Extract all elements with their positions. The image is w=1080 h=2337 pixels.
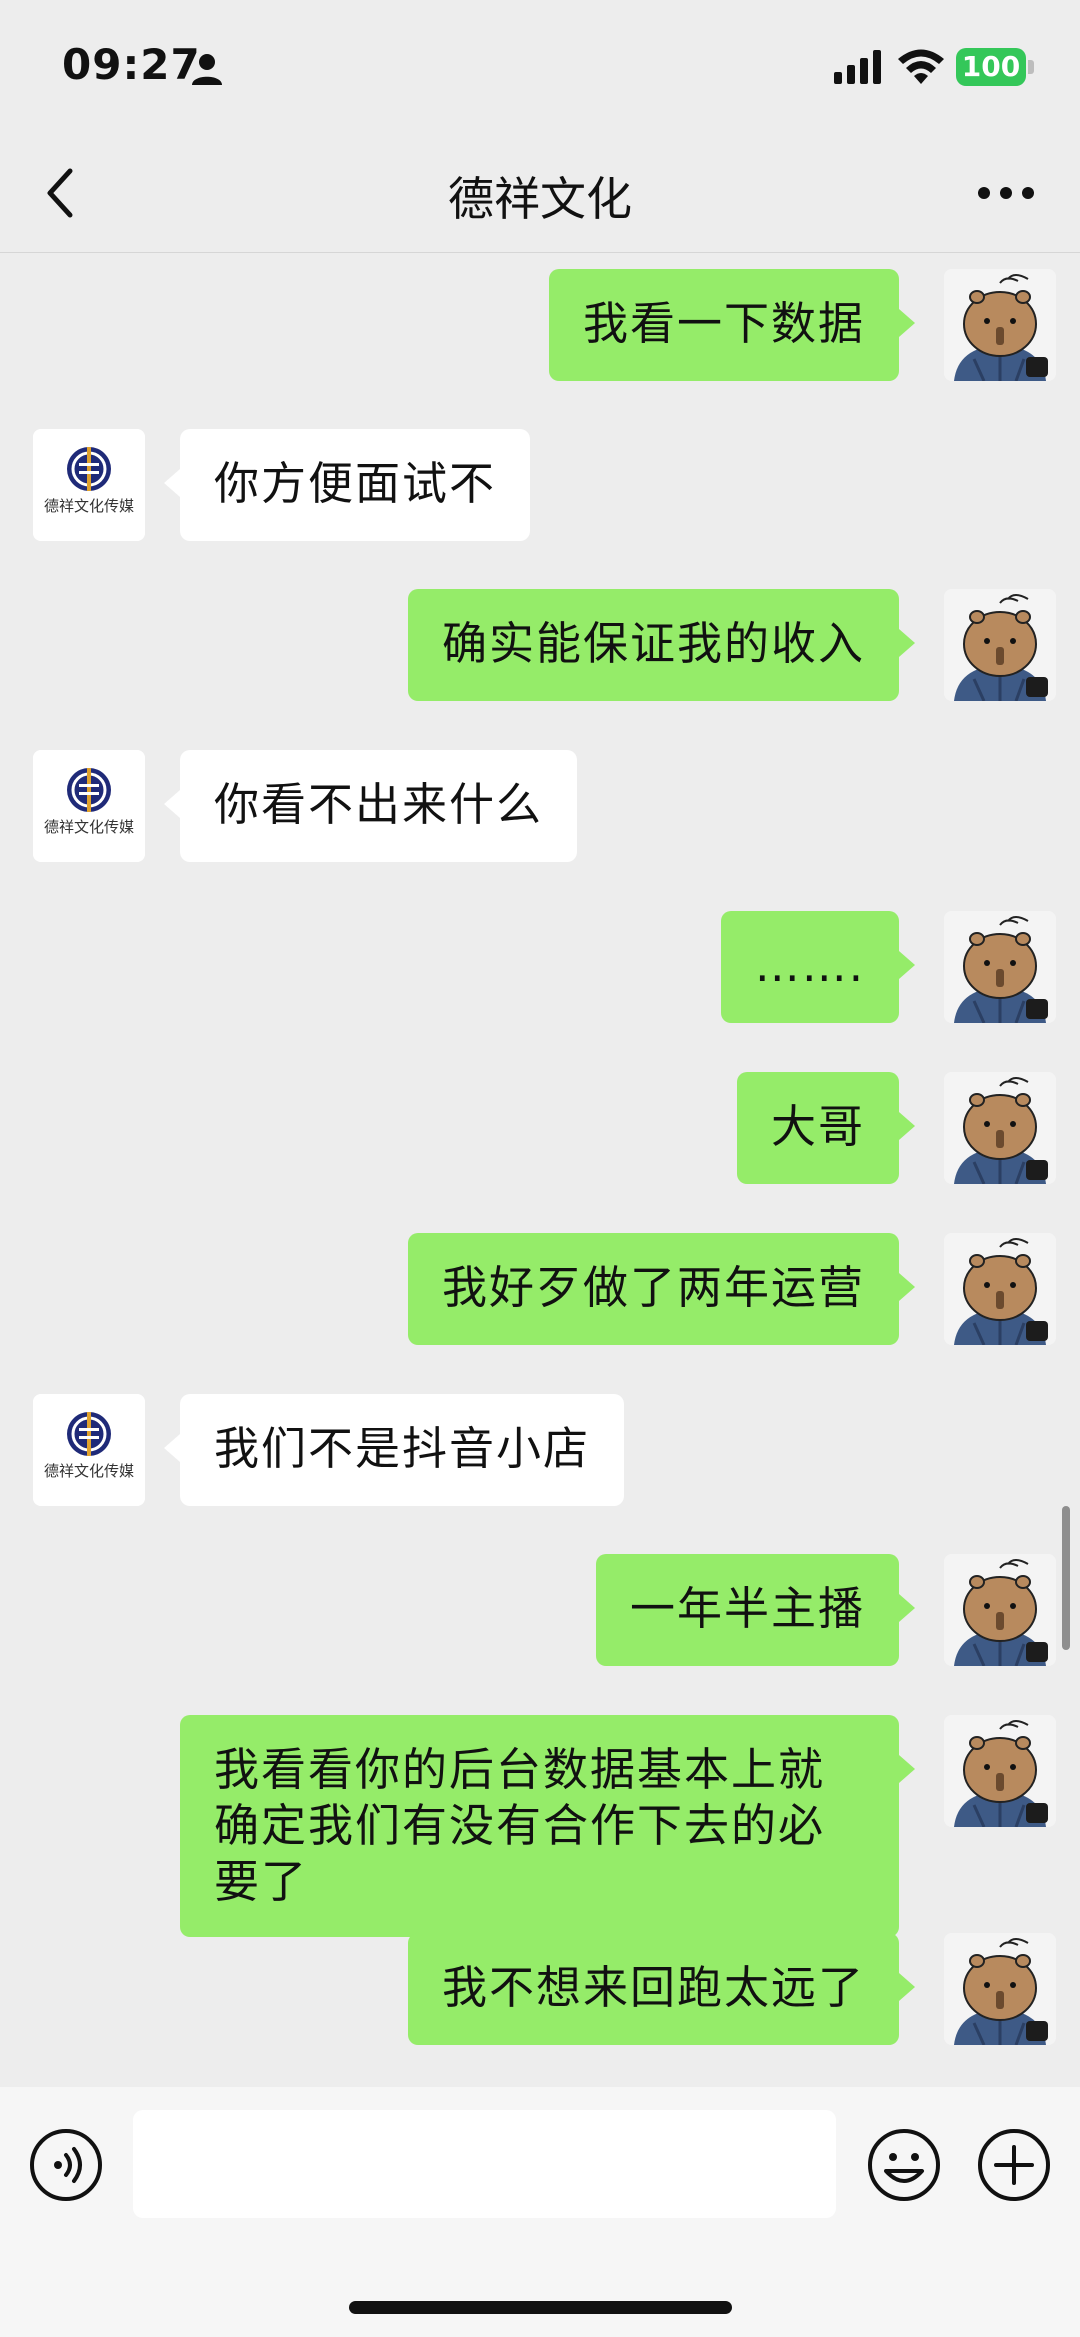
status-time: 09:27 (62, 40, 201, 89)
battery-tip (1028, 60, 1034, 74)
scrollbar[interactable] (1062, 1506, 1070, 1650)
emoji-icon[interactable] (866, 2127, 942, 2203)
capybara-avatar-icon (944, 1233, 1056, 1345)
company-logo-icon (33, 750, 145, 862)
my-avatar[interactable] (944, 1072, 1056, 1184)
contact-avatar[interactable]: 德祥文化传媒 (33, 429, 145, 541)
message-bubble-sent[interactable]: 我不想来回跑太远了 (407, 1933, 916, 2045)
voice-wave-icon (54, 2147, 82, 2183)
capybara-avatar-icon (944, 911, 1056, 1023)
message-input[interactable] (133, 2110, 836, 2218)
chat-title: 德祥文化 (448, 172, 632, 226)
capybara-avatar-icon (944, 269, 1056, 381)
message-bubble-received[interactable]: 我们不是抖音小店 (163, 1394, 625, 1506)
cellular-signal-icon (834, 50, 881, 84)
my-avatar[interactable] (944, 911, 1056, 1023)
chat-header: 德祥文化 (0, 135, 1080, 253)
battery-level: 100 (956, 48, 1026, 86)
my-avatar[interactable] (944, 589, 1056, 701)
my-avatar[interactable] (944, 269, 1056, 381)
more-dots-icon[interactable] (976, 185, 1036, 201)
my-avatar[interactable] (944, 1554, 1056, 1666)
contact-avatar[interactable]: 德祥文化传媒 (33, 750, 145, 862)
company-logo-icon (33, 1394, 145, 1506)
my-avatar[interactable] (944, 1933, 1056, 2045)
message-bubble-sent[interactable]: 一年半主播 (595, 1554, 916, 1666)
capybara-avatar-icon (944, 589, 1056, 701)
message-list[interactable]: 我看一下数据 德祥文化传媒 你方便面试不 确实能保证我的收入 德祥文化传媒 你看… (0, 252, 1080, 2087)
status-bar: 09:27 100 (0, 0, 1080, 135)
wifi-icon (898, 49, 944, 84)
company-logo-text: 德祥文化传媒 (43, 1462, 134, 1480)
company-logo-text: 德祥文化传媒 (43, 497, 134, 515)
plus-icon[interactable] (976, 2127, 1052, 2203)
message-bubble-sent[interactable]: 大哥 (736, 1072, 916, 1184)
contact-avatar[interactable]: 德祥文化传媒 (33, 1394, 145, 1506)
battery-indicator: 100 (956, 48, 1034, 86)
message-bubble-sent[interactable]: 我好歹做了两年运营 (407, 1233, 916, 1345)
message-bubble-sent[interactable]: 确实能保证我的收入 (407, 589, 916, 701)
person-icon (192, 54, 222, 85)
capybara-avatar-icon (944, 1715, 1056, 1827)
message-bubble-sent[interactable]: 我看看你的后台数据基本上就确定我们有没有合作下去的必要了 (180, 1715, 915, 1937)
my-avatar[interactable] (944, 1233, 1056, 1345)
voice-icon[interactable] (30, 2129, 102, 2201)
message-bubble-sent[interactable]: 我看一下数据 (548, 269, 916, 381)
company-logo-icon (33, 429, 145, 541)
my-avatar[interactable] (944, 1715, 1056, 1827)
capybara-avatar-icon (944, 1933, 1056, 2045)
capybara-avatar-icon (944, 1554, 1056, 1666)
capybara-avatar-icon (944, 1072, 1056, 1184)
home-indicator[interactable] (349, 2301, 732, 2314)
input-bar (0, 2087, 1080, 2337)
message-bubble-received[interactable]: 你方便面试不 (163, 429, 531, 541)
message-bubble-received[interactable]: 你看不出来什么 (163, 750, 578, 862)
message-bubble-sent[interactable]: ……. (720, 911, 916, 1023)
company-logo-text: 德祥文化传媒 (43, 818, 134, 836)
